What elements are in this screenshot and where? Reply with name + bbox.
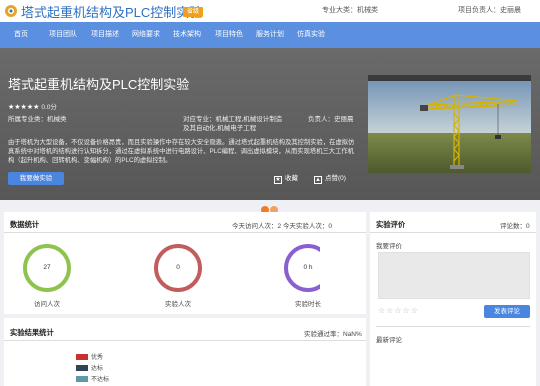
favorite-button[interactable]: ★ 收藏 [274,172,298,184]
project-description: 由于塔机为大型设备，不仅设备价格昂贵，而且实验操作中存在较大安全隐患。通过塔式起… [8,139,355,164]
like-button[interactable]: ▲ 点赞(0) [314,172,346,184]
divider [370,232,536,233]
nav-network[interactable]: 网络要求 [132,22,160,48]
logo-icon [5,5,17,17]
pass-rate: 实验通过率：NaN% [304,331,362,338]
project-leader: 项目负责人：史丽晨 [458,7,521,14]
main-nav: 首页 项目团队 项目描述 网络要求 技术架构 项目特色 服务计划 仿真实验 [0,22,540,48]
favorite-label: 收藏 [285,175,298,182]
legend-swatch [76,365,88,371]
legend-excellent: 优秀 [76,352,103,361]
major-category: 专业大类：机械类 [322,7,378,14]
review-textarea[interactable] [378,252,530,299]
legend-label: 优秀 [91,355,104,361]
legend-label: 达标 [91,366,104,372]
nav-features[interactable]: 项目特色 [215,22,243,48]
legend-fail: 不达标 [76,374,109,383]
rating-stars: ★★★★★ [8,104,40,111]
stats-summary: 今天访问人次：2 今天实验人次：0 [232,223,333,230]
nav-simulation[interactable]: 仿真实验 [297,22,325,48]
level-badge: 省级 [183,7,204,17]
nav-description[interactable]: 项目描述 [91,22,119,48]
divider [4,340,366,341]
legend-swatch [76,376,88,382]
submit-review-button[interactable]: 发表评论 [484,305,530,318]
results-title: 实验结果统计 [10,328,54,337]
divider [4,232,366,233]
rating-score: 0.0分 [41,104,57,111]
legend-swatch [76,354,88,360]
star-icon: ★ [274,176,282,184]
header: 塔式起重机结构及PLC控制实验 省级 专业大类：机械类 项目负责人：史丽晨 [0,0,540,22]
nav-home[interactable]: 首页 [14,22,28,48]
legend-label: 不达标 [91,377,110,383]
review-count: 评论数：0 [500,223,530,230]
visits-label: 访问人次 [34,301,60,308]
rating-input-stars[interactable]: ☆☆☆☆☆ [378,306,419,315]
hero-title: 塔式起重机结构及PLC控制实验 [8,77,190,92]
duration-value: 0 h [303,264,313,271]
divider [376,326,530,327]
nav-team[interactable]: 项目团队 [49,22,77,48]
major-info: 所属专业类：机械类 [8,116,67,123]
review-title: 实验评价 [376,220,406,229]
legend-pass: 达标 [76,363,103,372]
stats-title: 数据统计 [10,220,40,229]
nav-architecture[interactable]: 技术架构 [173,22,201,48]
latest-reviews-label: 最新评论 [376,337,402,344]
duration-label: 实验时长 [295,301,321,308]
start-experiment-button[interactable]: 我要做实验 [8,172,64,185]
simulation-preview-image[interactable] [368,75,531,173]
review-panel [370,212,536,386]
hero-banner: 塔式起重机结构及PLC控制实验 ★★★★★ 0.0分 所属专业类：机械类 对应专业… [0,48,540,200]
site-title: 塔式起重机结构及PLC控制实验 [21,5,203,20]
visits-value: 27 [43,264,51,271]
rating: ★★★★★ 0.0分 [8,101,57,111]
leader-info: 负责人：史丽晨 [308,116,354,123]
nav-service[interactable]: 服务计划 [256,22,284,48]
experiments-value: 0 [176,264,180,271]
thumbs-up-icon: ▲ [314,176,322,184]
my-review-label: 我要评价 [376,243,402,250]
experiments-label: 实验人次 [165,301,191,308]
like-label: 点赞(0) [325,175,346,182]
target-majors: 对应专业：机械工程,机械设计制造及其自动化,机械电子工程 [183,116,283,132]
